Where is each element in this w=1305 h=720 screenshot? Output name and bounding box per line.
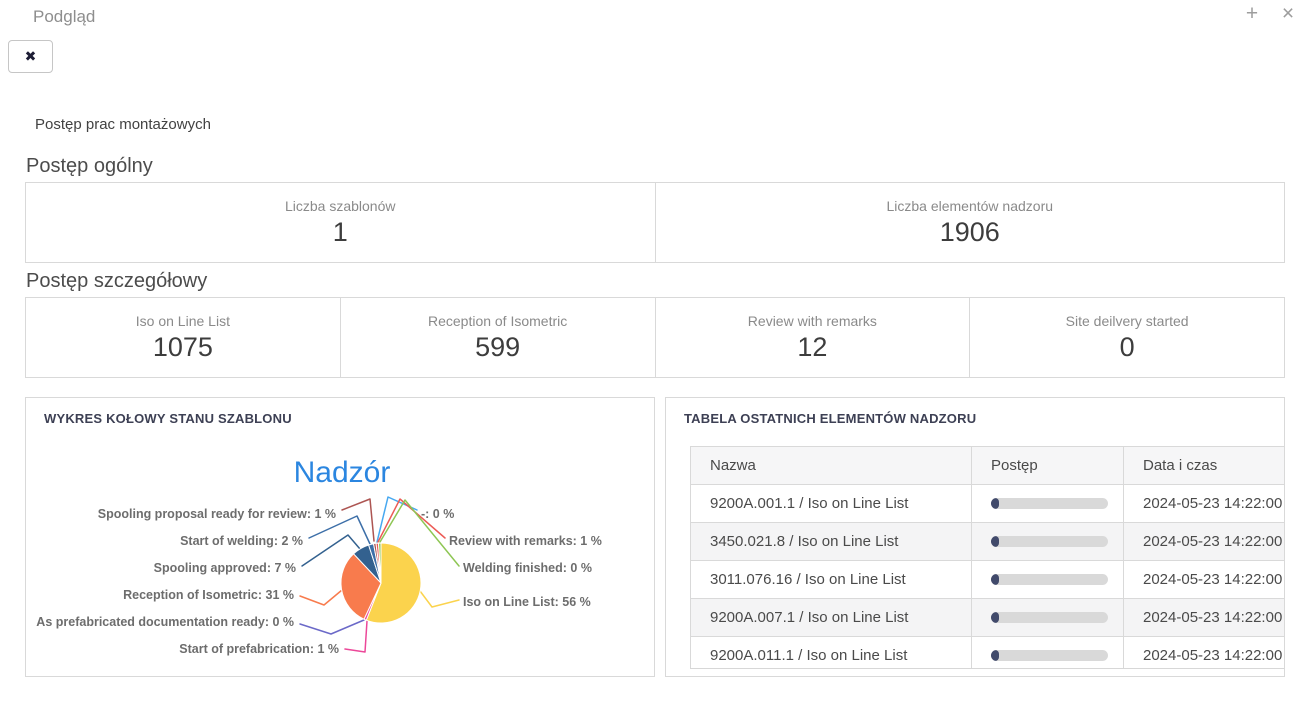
- progress-bar-fill: [991, 536, 999, 547]
- stat-value: 1075: [153, 332, 213, 363]
- progress-bar: [991, 650, 1108, 661]
- stat-value: 599: [475, 332, 520, 363]
- pie-label-as-prefabricated: As prefabricated documentation ready: 0 …: [36, 615, 294, 629]
- table-row[interactable]: 3450.021.8 / Iso on Line List 2024-05-23…: [691, 523, 1286, 561]
- progress-bar: [991, 574, 1108, 585]
- pie-chart-title: Nadzór: [294, 456, 391, 489]
- cell-datetime: 2024-05-23 14:22:00: [1124, 523, 1286, 561]
- stat-card-review-with-remarks: Review with remarks 12: [655, 298, 970, 377]
- progress-bar-fill: [991, 498, 999, 509]
- table-header-row: Nazwa Postęp Data i czas: [691, 447, 1286, 485]
- details-heading: Postęp szczegółowy: [26, 270, 207, 293]
- stat-label: Site deilvery started: [1066, 313, 1189, 329]
- details-cards-row: Iso on Line List 1075 Reception of Isome…: [25, 297, 1285, 378]
- cell-datetime: 2024-05-23 14:22:00: [1124, 561, 1286, 599]
- breadcrumb: Postęp prac montażowych: [35, 116, 211, 133]
- stat-value: 1906: [940, 217, 1000, 248]
- column-header-name[interactable]: Nazwa: [691, 447, 972, 485]
- pie-label-reception-of-isometric: Reception of Isometric: 31 %: [123, 588, 294, 602]
- stat-label: Liczba elementów nadzoru: [886, 198, 1053, 214]
- cell-name: 3450.021.8 / Iso on Line List: [691, 523, 972, 561]
- table-row[interactable]: 9200A.001.1 / Iso on Line List 2024-05-2…: [691, 485, 1286, 523]
- progress-bar-fill: [991, 574, 999, 585]
- recent-elements-panel: TABELA OSTATNICH ELEMENTÓW NADZORU Nazwa…: [665, 397, 1285, 677]
- leader-as-prefabricated: [300, 620, 364, 634]
- pie-label-start-of-prefabrication: Start of prefabrication: 1 %: [179, 642, 339, 656]
- leader-reception-of-isometric: [300, 590, 342, 605]
- stat-card-site-delivery-started: Site deilvery started 0: [969, 298, 1284, 377]
- stat-card-templates: Liczba szablonów 1: [26, 183, 655, 262]
- progress-bar: [991, 498, 1108, 509]
- window-title: Podgląd: [33, 7, 95, 27]
- pie-chart: Nadzór Spooling proposal ready for revie…: [26, 398, 655, 677]
- pie-label-iso-on-line-list: Iso on Line List: 56 %: [463, 595, 591, 609]
- stat-value: 1: [333, 217, 348, 248]
- cell-progress: [972, 599, 1124, 637]
- progress-bar: [991, 612, 1108, 623]
- close-preview-button[interactable]: ✖: [8, 40, 53, 73]
- stat-card-iso-on-line-list: Iso on Line List 1075: [26, 298, 340, 377]
- stat-label: Iso on Line List: [136, 313, 230, 329]
- leader-start-of-prefabrication: [345, 621, 367, 652]
- recent-elements-table: Nazwa Postęp Data i czas 9200A.001.1 / I…: [690, 446, 1285, 669]
- cell-datetime: 2024-05-23 14:22:00: [1124, 485, 1286, 523]
- cell-progress: [972, 637, 1124, 670]
- progress-bar: [991, 536, 1108, 547]
- pie-label-start-of-welding: Start of welding: 2 %: [180, 534, 303, 548]
- stat-value: 12: [797, 332, 827, 363]
- table-row[interactable]: 9200A.011.1 / Iso on Line List 2024-05-2…: [691, 637, 1286, 670]
- cell-name: 3011.076.16 / Iso on Line List: [691, 561, 972, 599]
- recent-elements-table-wrap: Nazwa Postęp Data i czas 9200A.001.1 / I…: [690, 446, 1285, 669]
- cell-progress: [972, 523, 1124, 561]
- close-icon[interactable]: ×: [1277, 2, 1299, 26]
- stat-value: 0: [1120, 332, 1135, 363]
- overview-heading: Postęp ogólny: [26, 155, 153, 178]
- table-row[interactable]: 3011.076.16 / Iso on Line List 2024-05-2…: [691, 561, 1286, 599]
- pie-label-spooling-proposal: Spooling proposal ready for review: 1 %: [98, 507, 336, 521]
- preview-window: { "window": { "title": "Podgląd", "plus_…: [0, 0, 1305, 720]
- overview-cards-row: Liczba szablonów 1 Liczba elementów nadz…: [25, 182, 1285, 263]
- cell-datetime: 2024-05-23 14:22:00: [1124, 637, 1286, 670]
- cell-progress: [972, 561, 1124, 599]
- cell-name: 9200A.007.1 / Iso on Line List: [691, 599, 972, 637]
- close-x-icon: ✖: [25, 48, 37, 65]
- progress-bar-fill: [991, 650, 999, 661]
- pie-chart-panel: WYKRES KOŁOWY STANU SZABLONU Nadzór Spoo…: [25, 397, 655, 677]
- stat-card-supervision-elements: Liczba elementów nadzoru 1906: [655, 183, 1285, 262]
- add-icon[interactable]: +: [1241, 2, 1263, 26]
- table-row[interactable]: 9200A.007.1 / Iso on Line List 2024-05-2…: [691, 599, 1286, 637]
- stat-label: Liczba szablonów: [285, 198, 396, 214]
- column-header-progress[interactable]: Postęp: [972, 447, 1124, 485]
- pie-panel-header: WYKRES KOŁOWY STANU SZABLONU: [44, 411, 292, 426]
- pie-label-welding-finished: Welding finished: 0 %: [463, 561, 592, 575]
- pie-label-review-with-remarks: Review with remarks: 1 %: [449, 534, 602, 548]
- window-actions: + ×: [1241, 2, 1299, 26]
- progress-bar-fill: [991, 612, 999, 623]
- cell-name: 9200A.001.1 / Iso on Line List: [691, 485, 972, 523]
- leader-iso-on-line-list: [420, 591, 459, 607]
- stat-label: Reception of Isometric: [428, 313, 567, 329]
- pie-label-spooling-approved: Spooling approved: 7 %: [154, 561, 296, 575]
- table-panel-header: TABELA OSTATNICH ELEMENTÓW NADZORU: [684, 411, 976, 426]
- cell-datetime: 2024-05-23 14:22:00: [1124, 599, 1286, 637]
- pie-label-dash: -: 0 %: [421, 507, 454, 521]
- cell-progress: [972, 485, 1124, 523]
- stat-label: Review with remarks: [748, 313, 877, 329]
- column-header-datetime[interactable]: Data i czas: [1124, 447, 1286, 485]
- stat-card-reception-of-isometric: Reception of Isometric 599: [340, 298, 655, 377]
- cell-name: 9200A.011.1 / Iso on Line List: [691, 637, 972, 670]
